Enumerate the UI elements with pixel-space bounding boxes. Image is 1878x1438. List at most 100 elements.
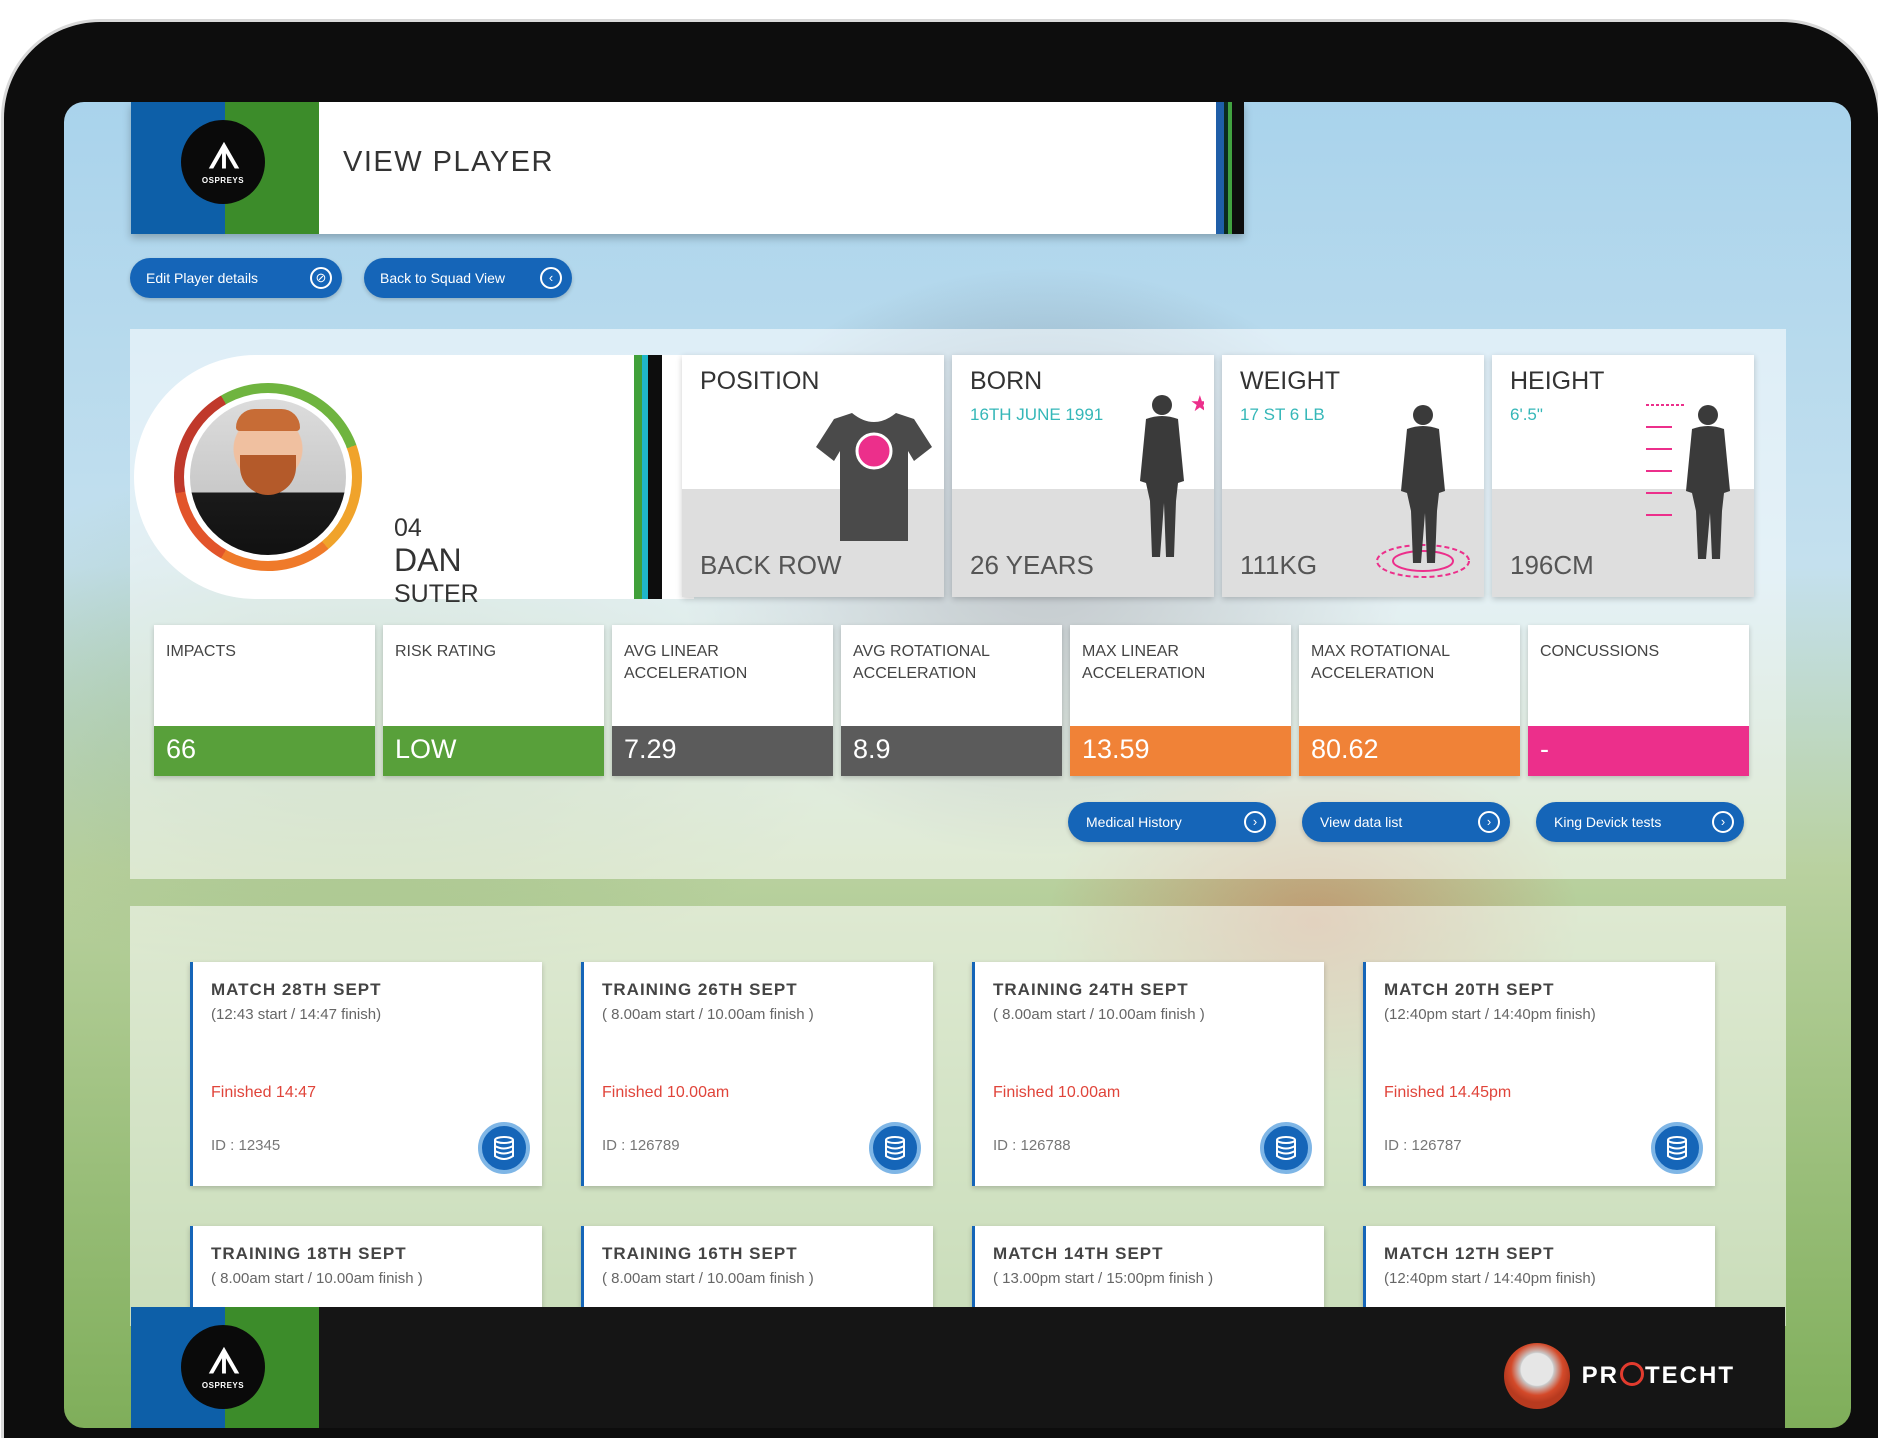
- height-card: HEIGHT 6'.5" 196CM: [1492, 355, 1754, 597]
- session-data-button[interactable]: [1651, 1122, 1703, 1174]
- metric-label: CONCUSSIONS: [1540, 643, 1660, 660]
- compass-icon: ⊘: [310, 267, 332, 289]
- player-first-name: DAN: [394, 542, 462, 578]
- player-last-name: SUTER: [394, 580, 479, 608]
- database-icon: [1276, 1136, 1296, 1160]
- jersey-icon: [816, 413, 932, 541]
- back-to-squad-button[interactable]: Back to Squad View ‹: [364, 258, 572, 298]
- session-data-button[interactable]: [869, 1122, 921, 1174]
- protecht-head-icon: [1503, 1343, 1570, 1409]
- king-devick-button[interactable]: King Devick tests ›: [1536, 802, 1744, 842]
- screen: ᗑ OSPREYS VIEW PLAYER Edit Player detail…: [64, 102, 1851, 1428]
- team-brand-block: ᗑ OSPREYS: [131, 102, 319, 234]
- database-icon: [885, 1136, 905, 1160]
- born-date: 16TH JUNE 1991: [970, 405, 1104, 424]
- metric-value: 66: [154, 726, 375, 776]
- session-id: ID : 126789: [602, 1137, 680, 1154]
- session-card[interactable]: MATCH 20TH SEPT (12:40pm start / 14:40pm…: [1363, 962, 1715, 1186]
- profile-stripes: [634, 355, 662, 599]
- session-status: Finished 14.45pm: [1384, 1084, 1512, 1101]
- height-label: HEIGHT: [1510, 367, 1605, 395]
- session-status: Finished 14:47: [211, 1084, 316, 1101]
- session-id: ID : 126788: [993, 1137, 1071, 1154]
- height-imperial: 6'.5": [1510, 405, 1543, 424]
- session-data-button[interactable]: [478, 1122, 530, 1174]
- database-icon: [1667, 1136, 1687, 1160]
- risk-ring: [174, 383, 362, 571]
- metric-max-linear: MAX LINEAR ACCELERATION 13.59: [1070, 625, 1291, 776]
- session-title: TRAINING 24TH SEPT: [993, 980, 1189, 999]
- session-card[interactable]: TRAINING 26TH SEPT ( 8.00am start / 10.0…: [581, 962, 933, 1186]
- metric-impacts: IMPACTS 66: [154, 625, 375, 776]
- metric-label: IMPACTS: [166, 643, 236, 660]
- page-header: ᗑ OSPREYS VIEW PLAYER: [131, 102, 1244, 234]
- chevron-right-icon: ›: [1478, 811, 1500, 833]
- chevron-left-icon: ‹: [540, 267, 562, 289]
- session-data-button[interactable]: [1260, 1122, 1312, 1174]
- session-card[interactable]: TRAINING 24TH SEPT ( 8.00am start / 10.0…: [972, 962, 1324, 1186]
- session-title: TRAINING 26TH SEPT: [602, 980, 798, 999]
- session-status: Finished 10.00am: [993, 1084, 1121, 1101]
- session-status: Finished 10.00am: [602, 1084, 730, 1101]
- weight-value: 111KG: [1240, 550, 1318, 580]
- view-data-list-button[interactable]: View data list ›: [1302, 802, 1510, 842]
- database-icon: [494, 1136, 514, 1160]
- protecht-o-ring: [1620, 1362, 1644, 1386]
- metric-label: MAX ROTATIONAL ACCELERATION: [1311, 643, 1450, 682]
- metric-value: 13.59: [1070, 726, 1291, 776]
- position-card: POSITION BACK ROW: [682, 355, 944, 597]
- weight-imperial: 17 ST 6 LB: [1240, 405, 1325, 424]
- session-id: ID : 12345: [211, 1137, 281, 1154]
- session-title: MATCH 14TH SEPT: [993, 1244, 1164, 1263]
- ospreys-logo-text: OSPREYS: [201, 1380, 245, 1390]
- protecht-logo: PR TECHT: [1503, 1343, 1735, 1409]
- ospreys-logo-mark: ᗑ: [208, 137, 240, 176]
- session-time: ( 13.00pm start / 15:00pm finish ): [993, 1270, 1214, 1287]
- edit-player-button[interactable]: Edit Player details ⊘: [130, 258, 342, 298]
- weight-card: WEIGHT 17 ST 6 LB 111KG: [1222, 355, 1484, 597]
- session-time: (12:43 start / 14:47 finish): [211, 1006, 382, 1023]
- born-age: 26 YEARS: [970, 550, 1094, 580]
- medical-history-button[interactable]: Medical History ›: [1068, 802, 1276, 842]
- session-title: MATCH 28TH SEPT: [211, 980, 382, 999]
- team-brand-block: ᗑ OSPREYS: [131, 1307, 319, 1428]
- session-time: ( 8.00am start / 10.00am finish ): [211, 1270, 423, 1287]
- session-time: ( 8.00am start / 10.00am finish ): [993, 1006, 1205, 1023]
- metric-label: AVG ROTATIONAL ACCELERATION: [853, 643, 990, 682]
- session-time: (12:40pm start / 14:40pm finish): [1384, 1270, 1596, 1287]
- position-label: POSITION: [700, 367, 820, 395]
- metric-value: 80.62: [1299, 726, 1520, 776]
- edit-player-label: Edit Player details: [146, 270, 259, 286]
- session-title: MATCH 12TH SEPT: [1384, 1244, 1555, 1263]
- session-card[interactable]: MATCH 28TH SEPT (12:43 start / 14:47 fin…: [190, 962, 542, 1186]
- metric-value: -: [1528, 726, 1749, 776]
- born-label: BORN: [970, 367, 1043, 395]
- player-avatar: [190, 399, 346, 555]
- page-footer: ᗑ OSPREYS PR TECHT: [131, 1307, 1785, 1428]
- session-id: ID : 126787: [1384, 1137, 1462, 1154]
- metric-risk-rating: RISK RATING LOW: [383, 625, 604, 776]
- height-value: 196CM: [1510, 550, 1594, 580]
- metric-label: RISK RATING: [395, 643, 497, 660]
- position-value: BACK ROW: [700, 550, 842, 580]
- weight-label: WEIGHT: [1240, 367, 1340, 395]
- session-title: MATCH 20TH SEPT: [1384, 980, 1555, 999]
- back-to-squad-label: Back to Squad View: [380, 270, 506, 286]
- session-title: TRAINING 16TH SEPT: [602, 1244, 798, 1263]
- chevron-right-icon: ›: [1244, 811, 1266, 833]
- metric-avg-rotational: AVG ROTATIONAL ACCELERATION 8.9: [841, 625, 1062, 776]
- session-time: ( 8.00am start / 10.00am finish ): [602, 1270, 814, 1287]
- metric-label: AVG LINEAR ACCELERATION: [624, 643, 748, 682]
- metric-avg-linear: AVG LINEAR ACCELERATION 7.29: [612, 625, 833, 776]
- ospreys-logo: ᗑ OSPREYS: [181, 120, 265, 204]
- king-devick-label: King Devick tests: [1554, 814, 1662, 830]
- weight-scale-icon: [1376, 405, 1470, 578]
- chevron-right-icon: ›: [1712, 811, 1734, 833]
- tablet-frame: ᗑ OSPREYS VIEW PLAYER Edit Player detail…: [4, 22, 1878, 1438]
- view-data-list-label: View data list: [1320, 814, 1403, 830]
- metric-value: LOW: [383, 726, 604, 776]
- header-stripes: [1216, 102, 1244, 234]
- metric-label: MAX LINEAR ACCELERATION: [1082, 643, 1206, 682]
- metric-concussions: CONCUSSIONS -: [1528, 625, 1749, 776]
- metric-value: 8.9: [841, 726, 1062, 776]
